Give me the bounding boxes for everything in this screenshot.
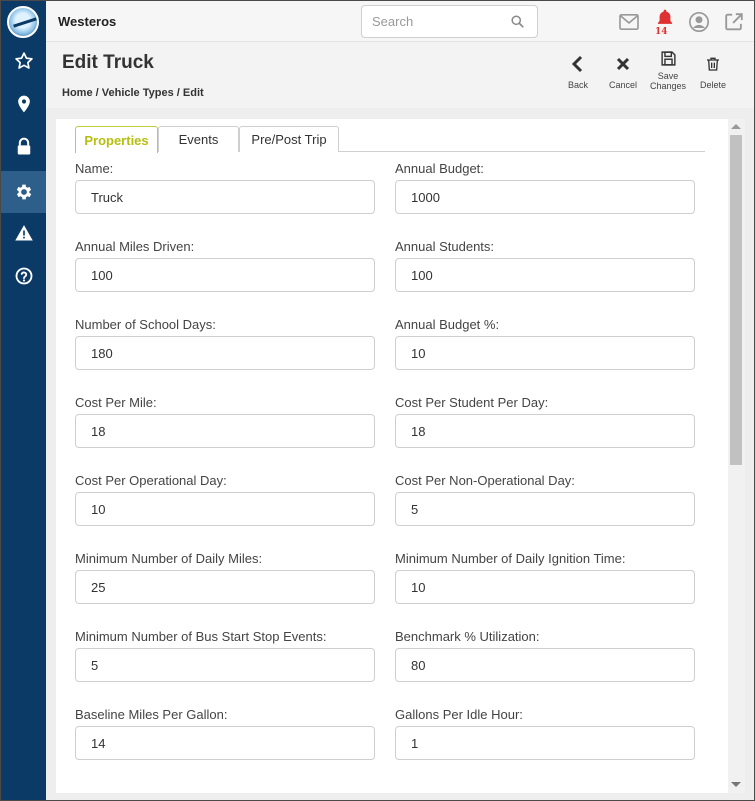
search-icon[interactable] xyxy=(510,14,525,29)
sidebar-item-security[interactable] xyxy=(1,126,46,168)
sidebar-item-alerts[interactable] xyxy=(1,212,46,254)
help-icon xyxy=(15,267,32,285)
tab-bar: Properties Events Pre/Post Trip xyxy=(75,126,705,153)
gallons-per-idle-hour-input[interactable] xyxy=(395,726,695,760)
breadcrumb-separator: / xyxy=(176,87,180,99)
save-icon xyxy=(660,50,676,66)
cost-per-operational-day-label: Cost Per Operational Day: xyxy=(75,473,227,488)
external-link-icon xyxy=(725,13,743,31)
scroll-thumb[interactable] xyxy=(730,135,742,465)
back-label: Back xyxy=(567,80,588,90)
min-daily-ignition-time-input[interactable] xyxy=(395,570,695,604)
min-daily-ignition-time-label: Minimum Number of Daily Ignition Time: xyxy=(395,551,626,566)
scroll-up-arrow-icon[interactable] xyxy=(731,124,741,129)
cost-per-operational-day-input[interactable] xyxy=(75,492,375,526)
messages-button[interactable] xyxy=(617,10,641,34)
cost-per-student-per-day-label: Cost Per Student Per Day: xyxy=(395,395,549,410)
user-menu-button[interactable] xyxy=(687,10,711,34)
sidebar xyxy=(1,1,46,800)
tab-pre-post-trip[interactable]: Pre/Post Trip xyxy=(239,126,339,152)
warning-icon xyxy=(14,225,33,241)
baseline-mpg-label: Baseline Miles Per Gallon: xyxy=(75,707,228,722)
bell-icon xyxy=(657,9,673,24)
sidebar-item-help[interactable] xyxy=(1,255,46,297)
annual-miles-driven-input[interactable] xyxy=(75,258,375,292)
save-label-line2: Changes xyxy=(649,81,687,91)
gear-icon xyxy=(16,184,31,200)
lock-icon xyxy=(17,137,30,155)
search-box[interactable] xyxy=(361,5,538,38)
page-title: Edit Truck xyxy=(62,52,154,73)
app-name: Westeros xyxy=(58,14,117,29)
min-bus-start-stop-events-label: Minimum Number of Bus Start Stop Events: xyxy=(75,629,327,644)
min-daily-miles-input[interactable] xyxy=(75,570,375,604)
breadcrumb-home[interactable]: Home xyxy=(62,87,93,99)
annual-students-label: Annual Students: xyxy=(395,239,495,254)
scroll-down-arrow-icon[interactable] xyxy=(731,782,741,787)
benchmark-utilization-input[interactable] xyxy=(395,648,695,682)
cancel-label: Cancel xyxy=(608,80,637,90)
sidebar-item-locations[interactable] xyxy=(1,83,46,125)
annual-students-input[interactable] xyxy=(395,258,695,292)
search-input[interactable] xyxy=(372,14,502,29)
cost-per-mile-input[interactable] xyxy=(75,414,375,448)
cancel-button[interactable]: Cancel xyxy=(601,52,645,90)
page-header: Edit Truck Home / Vehicle Types / Edit B… xyxy=(46,42,754,108)
sidebar-item-favorites[interactable] xyxy=(1,40,46,82)
tab-events[interactable]: Events xyxy=(158,126,239,152)
breadcrumb-vehicle-types[interactable]: Vehicle Types xyxy=(102,87,174,99)
form-panel: Properties Events Pre/Post Trip Name: An… xyxy=(56,119,728,793)
school-days-input[interactable] xyxy=(75,336,375,370)
annual-budget-label: Annual Budget: xyxy=(395,161,484,176)
benchmark-utilization-label: Benchmark % Utilization: xyxy=(395,629,540,644)
annual-budget-percent-input[interactable] xyxy=(395,336,695,370)
vertical-scrollbar[interactable] xyxy=(728,119,745,793)
name-input[interactable] xyxy=(75,180,375,214)
notification-count-badge: 14 xyxy=(655,27,668,37)
delete-button[interactable]: Delete xyxy=(691,52,735,90)
annual-budget-percent-label: Annual Budget %: xyxy=(395,317,500,332)
breadcrumb-current: Edit xyxy=(182,87,204,99)
app-frame: Westeros 14 Edit Truck Home / Vehicle Ty… xyxy=(0,0,755,801)
save-label-line1: Save xyxy=(657,71,679,81)
delete-label: Delete xyxy=(699,80,726,90)
tab-properties[interactable]: Properties xyxy=(75,126,158,153)
gallons-per-idle-hour-label: Gallons Per Idle Hour: xyxy=(395,707,523,722)
breadcrumb: Home / Vehicle Types / Edit xyxy=(62,87,204,99)
back-button[interactable]: Back xyxy=(556,52,600,90)
name-label: Name: xyxy=(75,161,114,176)
close-icon xyxy=(616,57,630,71)
cost-per-non-operational-day-label: Cost Per Non-Operational Day: xyxy=(395,473,575,488)
top-bar: Westeros 14 xyxy=(46,1,754,42)
annual-miles-driven-label: Annual Miles Driven: xyxy=(75,239,195,254)
app-logo[interactable] xyxy=(7,6,39,38)
cost-per-student-per-day-input[interactable] xyxy=(395,414,695,448)
sidebar-item-settings[interactable] xyxy=(1,171,46,213)
baseline-mpg-input[interactable] xyxy=(75,726,375,760)
min-daily-miles-label: Minimum Number of Daily Miles: xyxy=(75,551,263,566)
breadcrumb-separator: / xyxy=(95,87,99,99)
chevron-left-icon xyxy=(571,55,583,73)
trash-icon xyxy=(707,57,719,71)
min-bus-start-stop-events-input[interactable] xyxy=(75,648,375,682)
annual-budget-input[interactable] xyxy=(395,180,695,214)
open-external-button[interactable] xyxy=(722,10,746,34)
save-changes-button[interactable]: Save Changes xyxy=(646,46,690,91)
mail-icon xyxy=(619,13,639,31)
user-icon xyxy=(689,12,709,32)
cost-per-mile-label: Cost Per Mile: xyxy=(75,395,157,410)
school-days-label: Number of School Days: xyxy=(75,317,216,332)
cost-per-non-operational-day-input[interactable] xyxy=(395,492,695,526)
star-icon xyxy=(14,52,33,69)
location-pin-icon xyxy=(17,95,30,113)
